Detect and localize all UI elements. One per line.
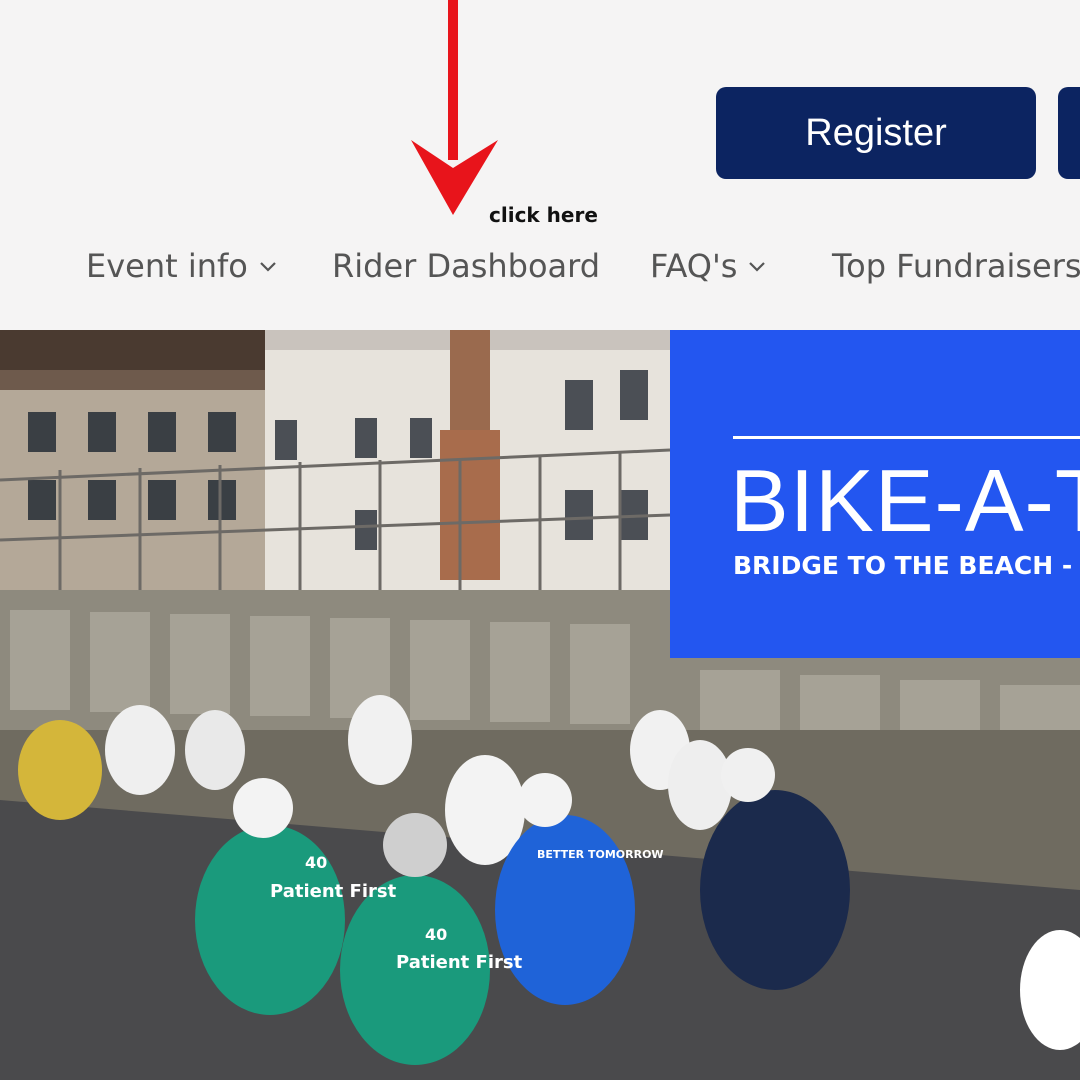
promo-divider [733,436,1080,439]
promo-banner: BIKE-A-T BRIDGE TO THE BEACH - [670,330,1080,658]
nav-item-label: Top Fundraisers [832,247,1080,285]
promo-subtitle: BRIDGE TO THE BEACH - [733,551,1073,580]
red-arrow-down-icon [411,0,498,215]
secondary-header-button[interactable] [1058,87,1080,179]
nav-item-label: FAQ's [650,247,738,285]
nav-item-event-info[interactable]: Event info [86,244,278,288]
nav-item-label: Event info [86,247,248,285]
promo-title: BIKE-A-T [730,451,1080,550]
chevron-down-icon [749,262,766,272]
nav-item-faqs[interactable]: FAQ's [650,244,767,288]
nav-item-label: Rider Dashboard [332,247,601,285]
register-button[interactable]: Register [716,87,1036,179]
site-header: click here Register Event info Rider Das… [0,0,1080,330]
nav-item-top-fundraisers[interactable]: Top Fundraisers [832,244,1080,288]
nav-item-rider-dashboard[interactable]: Rider Dashboard [332,244,600,288]
annotation-label: click here [489,203,598,227]
chevron-down-icon [260,262,276,272]
